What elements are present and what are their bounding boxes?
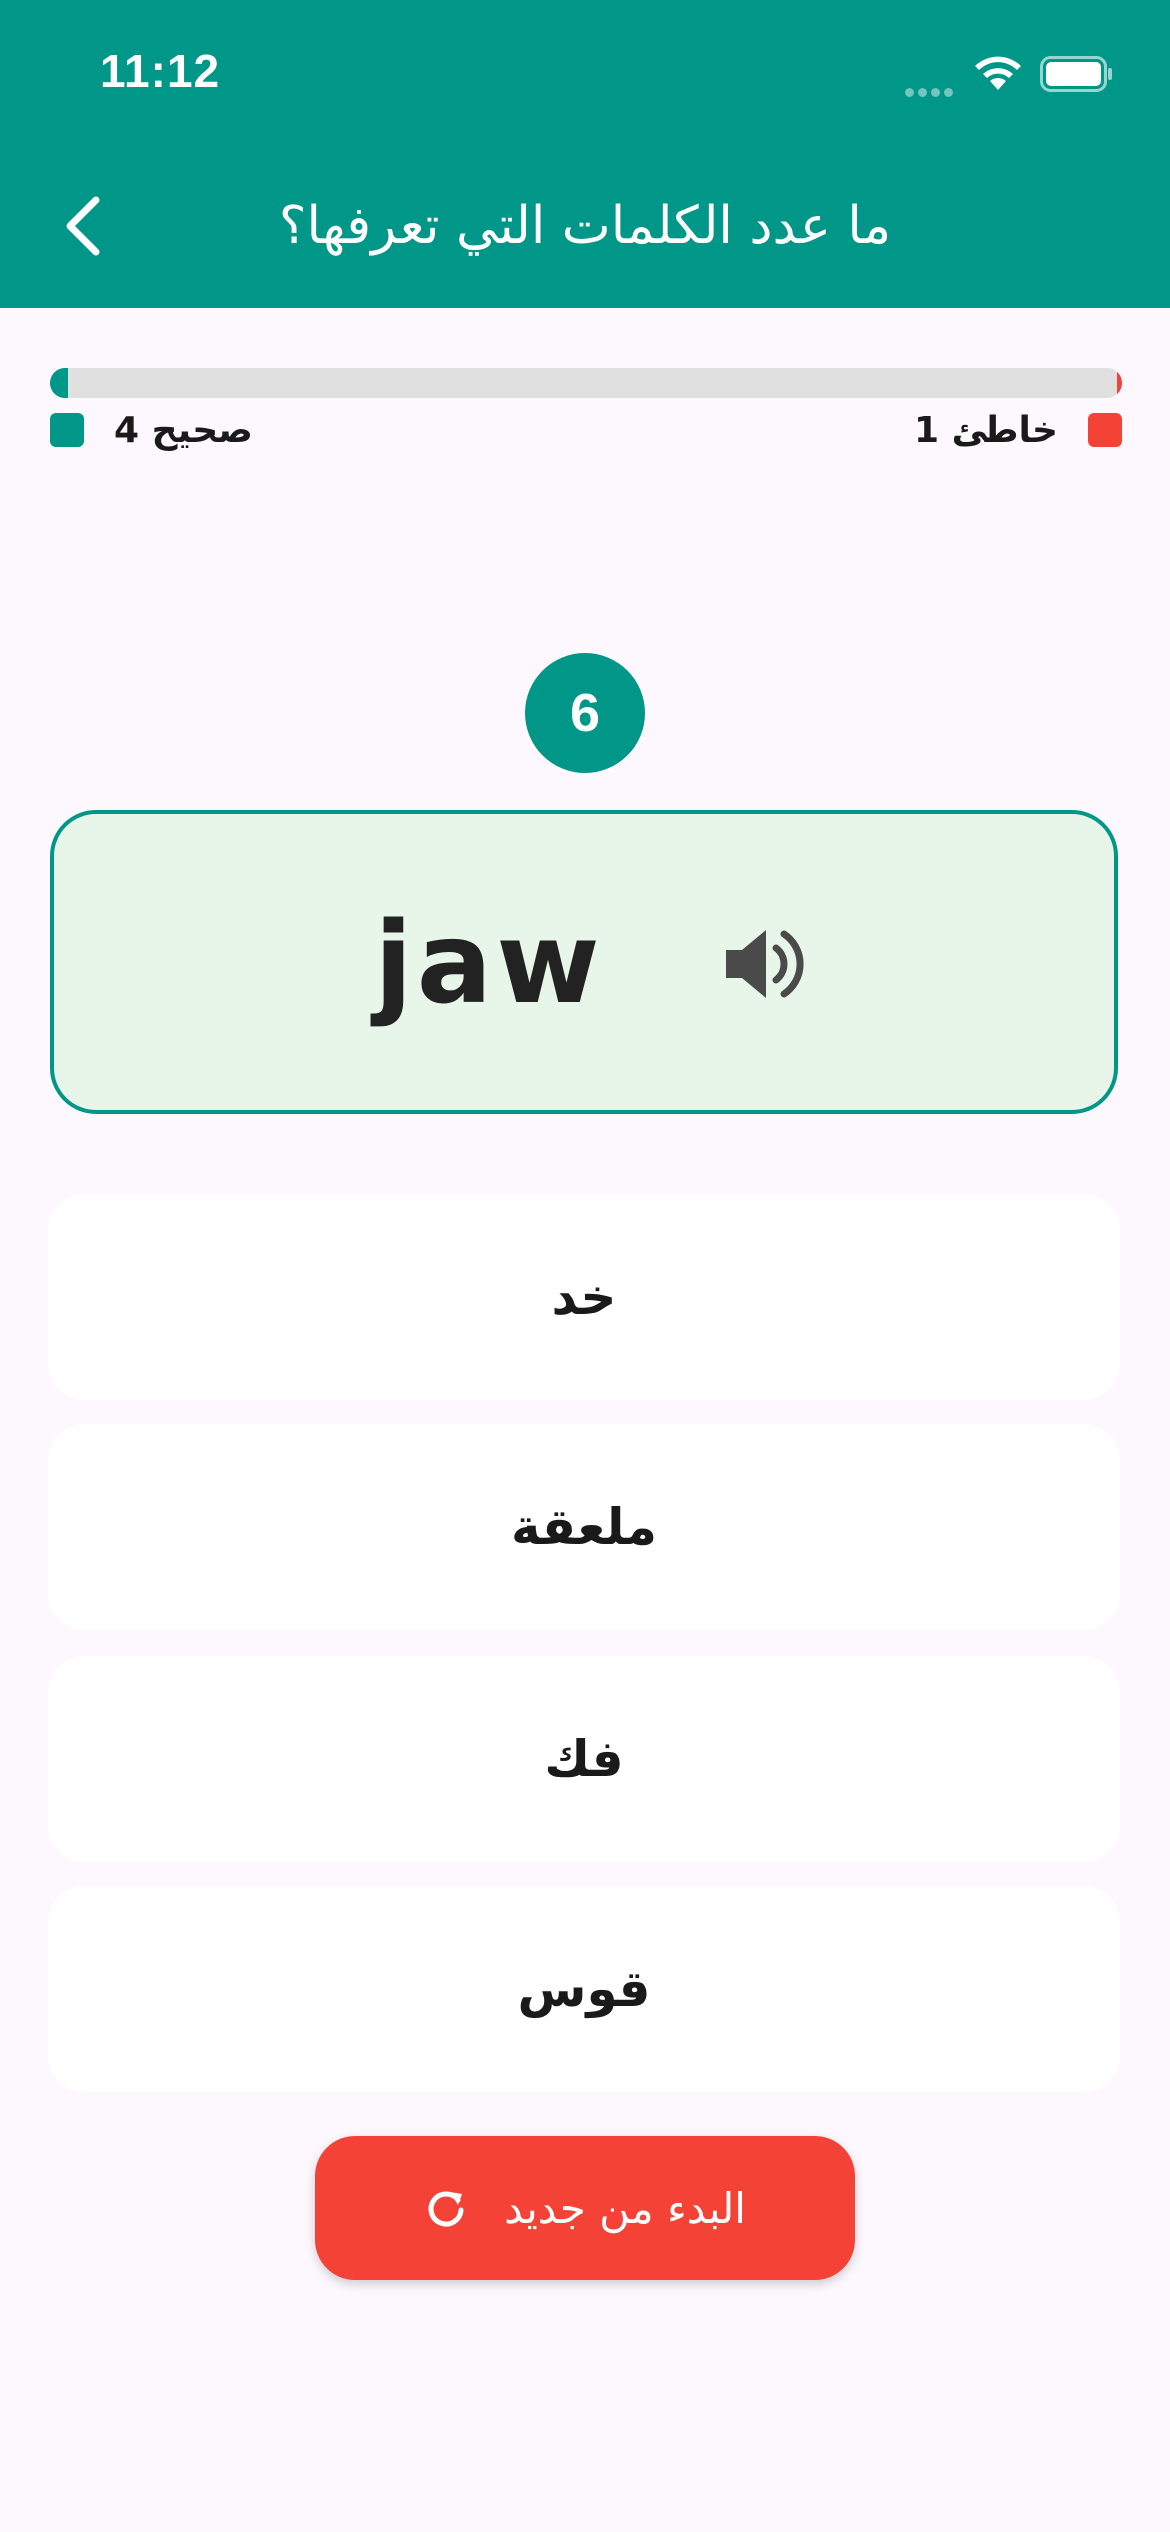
restart-label: البدء من جديد [504,2183,746,2233]
wrong-swatch [1088,413,1122,447]
progress-bar [50,368,1122,398]
wrong-count: خاطئ 1 [914,409,1058,451]
question-number-badge: 6 [525,653,645,773]
speaker-icon[interactable] [722,924,806,1004]
answer-option-3[interactable]: فك [48,1656,1120,1862]
wrong-legend: خاطئ 1 [914,409,1122,451]
page-title: ما عدد الكلمات التي تعرفها؟ [278,196,892,256]
correct-swatch [50,413,84,447]
chevron-left-icon[interactable] [52,186,112,266]
progress-wrong-fill [1116,368,1122,398]
status-time: 11:12 [100,45,221,97]
restart-button[interactable]: البدء من جديد [315,2136,855,2280]
app-bar: 11:12 ما عدد الكلمات التي تعرفها؟ [0,0,1170,308]
correct-legend: صحيح 4 [50,409,253,451]
answer-option-1[interactable]: خد [48,1194,1120,1400]
answer-option-2[interactable]: ملعقة [48,1424,1120,1630]
refresh-icon [428,2191,464,2227]
wifi-icon [975,56,1021,90]
correct-count: صحيح 4 [114,409,253,451]
word-card: jaw [50,810,1118,1114]
battery-icon [1040,56,1112,92]
answer-option-4[interactable]: قوس [48,1886,1120,2092]
question-word: jaw [374,899,604,1029]
cellular-signal-icon [905,82,960,97]
progress-correct-fill [50,368,69,398]
